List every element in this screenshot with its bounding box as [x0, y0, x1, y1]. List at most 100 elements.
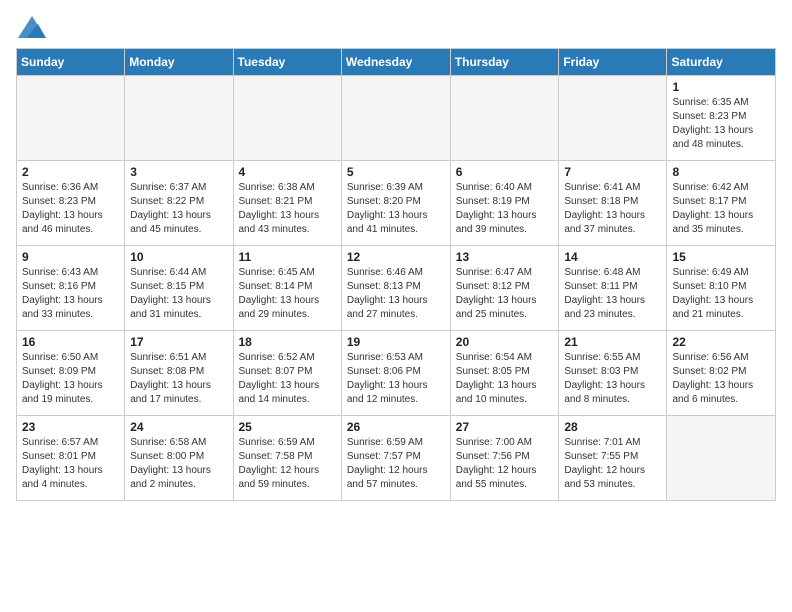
- calendar-cell: 7 Sunrise: 6:41 AM Sunset: 8:18 PM Daylig…: [559, 161, 667, 246]
- calendar-cell: 22 Sunrise: 6:56 AM Sunset: 8:02 PM Dayli…: [667, 331, 776, 416]
- calendar-cell: [667, 416, 776, 501]
- day-info: Sunrise: 6:41 AM Sunset: 8:18 PM Dayligh…: [564, 181, 661, 237]
- day-info: Sunrise: 6:52 AM Sunset: 8:07 PM Dayligh…: [239, 351, 336, 407]
- day-number: 23: [22, 420, 119, 434]
- calendar-cell: 4 Sunrise: 6:38 AM Sunset: 8:21 PM Daylig…: [233, 161, 341, 246]
- day-info: Sunrise: 6:45 AM Sunset: 8:14 PM Dayligh…: [239, 266, 336, 322]
- day-info: Sunrise: 6:58 AM Sunset: 8:00 PM Dayligh…: [130, 436, 227, 492]
- calendar-cell: 17 Sunrise: 6:51 AM Sunset: 8:08 PM Dayli…: [125, 331, 233, 416]
- day-info: Sunrise: 6:46 AM Sunset: 8:13 PM Dayligh…: [347, 266, 445, 322]
- day-info: Sunrise: 6:40 AM Sunset: 8:19 PM Dayligh…: [456, 181, 554, 237]
- calendar-table: SundayMondayTuesdayWednesdayThursdayFrid…: [16, 48, 776, 501]
- day-info: Sunrise: 6:54 AM Sunset: 8:05 PM Dayligh…: [456, 351, 554, 407]
- calendar-cell: 25 Sunrise: 6:59 AM Sunset: 7:58 PM Dayli…: [233, 416, 341, 501]
- calendar-cell: 26 Sunrise: 6:59 AM Sunset: 7:57 PM Dayli…: [341, 416, 450, 501]
- calendar-cell: 27 Sunrise: 7:00 AM Sunset: 7:56 PM Dayli…: [450, 416, 559, 501]
- day-number: 5: [347, 165, 445, 179]
- day-info: Sunrise: 6:44 AM Sunset: 8:15 PM Dayligh…: [130, 266, 227, 322]
- day-info: Sunrise: 6:49 AM Sunset: 8:10 PM Dayligh…: [672, 266, 770, 322]
- day-info: Sunrise: 6:42 AM Sunset: 8:17 PM Dayligh…: [672, 181, 770, 237]
- day-number: 11: [239, 250, 336, 264]
- day-info: Sunrise: 6:51 AM Sunset: 8:08 PM Dayligh…: [130, 351, 227, 407]
- logo-icon: [18, 16, 46, 38]
- day-info: Sunrise: 6:43 AM Sunset: 8:16 PM Dayligh…: [22, 266, 119, 322]
- day-number: 9: [22, 250, 119, 264]
- calendar-cell: 11 Sunrise: 6:45 AM Sunset: 8:14 PM Dayli…: [233, 246, 341, 331]
- day-number: 28: [564, 420, 661, 434]
- calendar-cell: 18Sunrise: 6:52 AM Sunset: 8:07 PM Dayli…: [233, 331, 341, 416]
- day-info: Sunrise: 7:00 AM Sunset: 7:56 PM Dayligh…: [456, 436, 554, 492]
- column-header-monday: Monday: [125, 49, 233, 76]
- day-info: Sunrise: 6:53 AM Sunset: 8:06 PM Dayligh…: [347, 351, 445, 407]
- day-number: 17: [130, 335, 227, 349]
- day-number: 2: [22, 165, 119, 179]
- day-info: Sunrise: 6:50 AM Sunset: 8:09 PM Dayligh…: [22, 351, 119, 407]
- day-number: 19: [347, 335, 445, 349]
- day-info: Sunrise: 6:37 AM Sunset: 8:22 PM Dayligh…: [130, 181, 227, 237]
- calendar-cell: 16 Sunrise: 6:50 AM Sunset: 8:09 PM Dayli…: [17, 331, 125, 416]
- calendar-cell: 9 Sunrise: 6:43 AM Sunset: 8:16 PM Daylig…: [17, 246, 125, 331]
- day-info: Sunrise: 6:38 AM Sunset: 8:21 PM Dayligh…: [239, 181, 336, 237]
- day-info: Sunrise: 6:55 AM Sunset: 8:03 PM Dayligh…: [564, 351, 661, 407]
- day-info: Sunrise: 6:57 AM Sunset: 8:01 PM Dayligh…: [22, 436, 119, 492]
- calendar-cell: [559, 76, 667, 161]
- calendar-cell: 20 Sunrise: 6:54 AM Sunset: 8:05 PM Dayli…: [450, 331, 559, 416]
- day-number: 14: [564, 250, 661, 264]
- day-number: 25: [239, 420, 336, 434]
- day-number: 22: [672, 335, 770, 349]
- calendar-cell: 15 Sunrise: 6:49 AM Sunset: 8:10 PM Dayli…: [667, 246, 776, 331]
- day-number: 3: [130, 165, 227, 179]
- day-number: 15: [672, 250, 770, 264]
- day-info: Sunrise: 6:35 AM Sunset: 8:23 PM Dayligh…: [672, 96, 770, 152]
- day-info: Sunrise: 6:39 AM Sunset: 8:20 PM Dayligh…: [347, 181, 445, 237]
- week-row-2: 2 Sunrise: 6:36 AM Sunset: 8:23 PM Daylig…: [17, 161, 776, 246]
- column-header-saturday: Saturday: [667, 49, 776, 76]
- calendar-cell: [233, 76, 341, 161]
- calendar-cell: 12Sunrise: 6:46 AM Sunset: 8:13 PM Dayli…: [341, 246, 450, 331]
- day-number: 27: [456, 420, 554, 434]
- calendar-cell: 19 Sunrise: 6:53 AM Sunset: 8:06 PM Dayli…: [341, 331, 450, 416]
- calendar-cell: 10 Sunrise: 6:44 AM Sunset: 8:15 PM Dayli…: [125, 246, 233, 331]
- calendar-cell: 13Sunrise: 6:47 AM Sunset: 8:12 PM Dayli…: [450, 246, 559, 331]
- day-info: Sunrise: 6:48 AM Sunset: 8:11 PM Dayligh…: [564, 266, 661, 322]
- day-number: 6: [456, 165, 554, 179]
- day-info: Sunrise: 7:01 AM Sunset: 7:55 PM Dayligh…: [564, 436, 661, 492]
- day-info: Sunrise: 6:56 AM Sunset: 8:02 PM Dayligh…: [672, 351, 770, 407]
- column-header-friday: Friday: [559, 49, 667, 76]
- day-number: 10: [130, 250, 227, 264]
- column-headers: SundayMondayTuesdayWednesdayThursdayFrid…: [17, 49, 776, 76]
- day-info: Sunrise: 6:36 AM Sunset: 8:23 PM Dayligh…: [22, 181, 119, 237]
- calendar-cell: 24Sunrise: 6:58 AM Sunset: 8:00 PM Dayli…: [125, 416, 233, 501]
- calendar-cell: [450, 76, 559, 161]
- day-number: 16: [22, 335, 119, 349]
- calendar-cell: [17, 76, 125, 161]
- calendar-cell: 28 Sunrise: 7:01 AM Sunset: 7:55 PM Dayli…: [559, 416, 667, 501]
- page-header: [16, 16, 776, 38]
- calendar-cell: 2 Sunrise: 6:36 AM Sunset: 8:23 PM Daylig…: [17, 161, 125, 246]
- week-row-4: 16 Sunrise: 6:50 AM Sunset: 8:09 PM Dayli…: [17, 331, 776, 416]
- calendar-cell: 3 Sunrise: 6:37 AM Sunset: 8:22 PM Daylig…: [125, 161, 233, 246]
- day-number: 8: [672, 165, 770, 179]
- day-number: 26: [347, 420, 445, 434]
- logo: [16, 16, 46, 38]
- day-number: 1: [672, 80, 770, 94]
- week-row-3: 9 Sunrise: 6:43 AM Sunset: 8:16 PM Daylig…: [17, 246, 776, 331]
- day-number: 21: [564, 335, 661, 349]
- calendar-cell: 5 Sunrise: 6:39 AM Sunset: 8:20 PM Daylig…: [341, 161, 450, 246]
- calendar-cell: 21 Sunrise: 6:55 AM Sunset: 8:03 PM Dayli…: [559, 331, 667, 416]
- day-number: 7: [564, 165, 661, 179]
- day-number: 20: [456, 335, 554, 349]
- calendar-cell: [125, 76, 233, 161]
- day-info: Sunrise: 6:59 AM Sunset: 7:57 PM Dayligh…: [347, 436, 445, 492]
- calendar-cell: 23 Sunrise: 6:57 AM Sunset: 8:01 PM Dayli…: [17, 416, 125, 501]
- week-row-5: 23 Sunrise: 6:57 AM Sunset: 8:01 PM Dayli…: [17, 416, 776, 501]
- calendar-cell: 1 Sunrise: 6:35 AM Sunset: 8:23 PM Daylig…: [667, 76, 776, 161]
- day-info: Sunrise: 6:47 AM Sunset: 8:12 PM Dayligh…: [456, 266, 554, 322]
- column-header-wednesday: Wednesday: [341, 49, 450, 76]
- week-row-1: 1 Sunrise: 6:35 AM Sunset: 8:23 PM Daylig…: [17, 76, 776, 161]
- day-info: Sunrise: 6:59 AM Sunset: 7:58 PM Dayligh…: [239, 436, 336, 492]
- calendar-cell: 8 Sunrise: 6:42 AM Sunset: 8:17 PM Daylig…: [667, 161, 776, 246]
- column-header-tuesday: Tuesday: [233, 49, 341, 76]
- column-header-sunday: Sunday: [17, 49, 125, 76]
- day-number: 4: [239, 165, 336, 179]
